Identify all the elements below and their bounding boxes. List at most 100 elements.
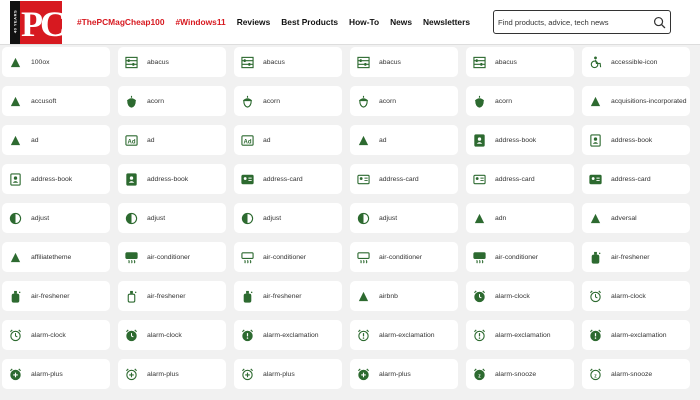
icon-tile[interactable]: adjust bbox=[350, 203, 458, 233]
icon-tile[interactable]: acquisitions-incorporated bbox=[582, 86, 690, 116]
icon-tile[interactable]: air-freshener bbox=[2, 281, 110, 311]
icon-tile[interactable]: acorn bbox=[466, 86, 574, 116]
search-icon[interactable] bbox=[653, 16, 666, 29]
nav-link[interactable]: Best Products bbox=[281, 14, 338, 30]
icon-tile[interactable]: address-card bbox=[466, 164, 574, 194]
icon-tile[interactable]: alarm-plus bbox=[234, 359, 342, 389]
icon-tile[interactable]: acorn bbox=[234, 86, 342, 116]
air-freshener-icon bbox=[589, 251, 602, 264]
icon-tile[interactable]: alarm-exclamation bbox=[466, 320, 574, 350]
icon-tile[interactable]: air-conditioner bbox=[234, 242, 342, 272]
icon-tile[interactable]: address-book bbox=[2, 164, 110, 194]
logo-years: 40 YEARS bbox=[12, 9, 18, 34]
icon-tile[interactable]: acorn bbox=[118, 86, 226, 116]
icon-tile[interactable]: alarm-plus bbox=[2, 359, 110, 389]
icon-tile[interactable]: Ad ad bbox=[234, 125, 342, 155]
nav-link[interactable]: Reviews bbox=[237, 14, 271, 30]
icon-tile[interactable]: z alarm-snooze bbox=[582, 359, 690, 389]
icon-tile[interactable]: alarm-clock bbox=[2, 320, 110, 350]
svg-text:z: z bbox=[594, 373, 597, 379]
alarm-exclamation-outline-icon bbox=[357, 329, 370, 342]
icon-tile-label: alarm-snooze bbox=[611, 370, 653, 378]
adjust-icon bbox=[357, 212, 370, 225]
icon-tile[interactable]: address-book bbox=[582, 125, 690, 155]
icon-tile-label: air-conditioner bbox=[147, 253, 191, 261]
ad-solid-icon bbox=[357, 134, 370, 147]
icon-tile[interactable]: alarm-clock bbox=[466, 281, 574, 311]
icon-tile[interactable]: Ad ad bbox=[118, 125, 226, 155]
ad-outline-icon: Ad bbox=[241, 134, 254, 147]
icon-tile-label: air-freshener bbox=[263, 292, 302, 300]
icon-tile[interactable]: alarm-plus bbox=[350, 359, 458, 389]
icon-tile[interactable]: abacus bbox=[350, 47, 458, 77]
air-conditioner-outline-icon bbox=[241, 251, 254, 264]
address-card-icon bbox=[589, 173, 602, 186]
icon-tile[interactable]: address-card bbox=[234, 164, 342, 194]
icon-tile[interactable]: air-freshener bbox=[234, 281, 342, 311]
address-card-outline-icon bbox=[473, 173, 486, 186]
adjust-icon bbox=[125, 212, 138, 225]
icon-tile[interactable]: accusoft bbox=[2, 86, 110, 116]
icon-tile-label: alarm-clock bbox=[495, 292, 530, 300]
icon-tile[interactable]: address-card bbox=[582, 164, 690, 194]
icon-tile[interactable]: address-book bbox=[466, 125, 574, 155]
icon-tile[interactable]: air-freshener bbox=[582, 242, 690, 272]
icon-tile-label: alarm-plus bbox=[147, 370, 179, 378]
ad-solid-icon bbox=[9, 134, 22, 147]
brand-icon bbox=[589, 95, 602, 108]
icon-tile[interactable]: air-conditioner bbox=[118, 242, 226, 272]
icon-tile-label: address-book bbox=[611, 136, 653, 144]
icon-tile[interactable]: adversal bbox=[582, 203, 690, 233]
nav-link[interactable]: #ThePCMagCheap100 bbox=[77, 14, 165, 30]
icon-tile[interactable]: adjust bbox=[234, 203, 342, 233]
icon-tile[interactable]: alarm-exclamation bbox=[582, 320, 690, 350]
icon-tile[interactable]: address-book bbox=[118, 164, 226, 194]
icon-tile-label: address-book bbox=[31, 175, 73, 183]
icon-tile[interactable]: alarm-clock bbox=[118, 320, 226, 350]
abacus-alt-icon bbox=[241, 56, 254, 69]
icon-tile[interactable]: adjust bbox=[118, 203, 226, 233]
icon-tile[interactable]: abacus bbox=[466, 47, 574, 77]
main-nav: #ThePCMagCheap100 #Windows11 Reviews Best P… bbox=[77, 14, 481, 30]
icon-tile[interactable]: air-conditioner bbox=[350, 242, 458, 272]
icon-tile[interactable]: address-card bbox=[350, 164, 458, 194]
icon-tile[interactable]: adjust bbox=[2, 203, 110, 233]
icon-tile-label: alarm-clock bbox=[611, 292, 646, 300]
icon-tile-label: alarm-plus bbox=[31, 370, 63, 378]
icon-tile-label: adjust bbox=[31, 214, 50, 222]
nav-link[interactable]: News bbox=[390, 14, 412, 30]
icon-tile[interactable]: abacus bbox=[118, 47, 226, 77]
icon-tile-label: alarm-clock bbox=[147, 331, 182, 339]
nav-link[interactable]: How-To bbox=[349, 14, 379, 30]
icon-tile-label: adjust bbox=[263, 214, 282, 222]
icon-tile-label: address-card bbox=[379, 175, 419, 183]
nav-link[interactable]: #Windows11 bbox=[176, 14, 226, 30]
search-input[interactable] bbox=[498, 14, 648, 30]
icon-tile[interactable]: adn bbox=[466, 203, 574, 233]
icon-tile[interactable]: airbnb bbox=[350, 281, 458, 311]
brand-icon bbox=[357, 290, 370, 303]
icon-tile[interactable]: alarm-clock bbox=[582, 281, 690, 311]
icon-tile[interactable]: air-conditioner bbox=[466, 242, 574, 272]
icon-tile-label: address-card bbox=[611, 175, 651, 183]
pcmag-logo[interactable]: 40 YEARS PC bbox=[10, 1, 66, 44]
icon-tile[interactable]: abacus bbox=[234, 47, 342, 77]
icon-tile[interactable]: ad bbox=[2, 125, 110, 155]
icon-tile[interactable]: air-freshener bbox=[118, 281, 226, 311]
icon-tile[interactable]: alarm-exclamation bbox=[350, 320, 458, 350]
icon-tile[interactable]: z alarm-snooze bbox=[466, 359, 574, 389]
alarm-clock-icon bbox=[473, 290, 486, 303]
icon-tile[interactable]: accessible-icon bbox=[582, 47, 690, 77]
svg-text:Ad: Ad bbox=[243, 139, 251, 145]
icon-tile[interactable]: acorn bbox=[350, 86, 458, 116]
icon-tile-label: ad bbox=[31, 136, 39, 144]
nav-link[interactable]: Newsletters bbox=[423, 14, 470, 30]
icon-tile[interactable]: 100ox bbox=[2, 47, 110, 77]
icon-tile[interactable]: alarm-plus bbox=[118, 359, 226, 389]
air-conditioner-icon bbox=[473, 251, 486, 264]
icon-tile[interactable]: ad bbox=[350, 125, 458, 155]
icon-tile-label: acorn bbox=[379, 97, 397, 105]
icon-tile[interactable]: affiliatetheme bbox=[2, 242, 110, 272]
icon-tile[interactable]: alarm-exclamation bbox=[234, 320, 342, 350]
alarm-plus-outline-icon bbox=[125, 368, 138, 381]
